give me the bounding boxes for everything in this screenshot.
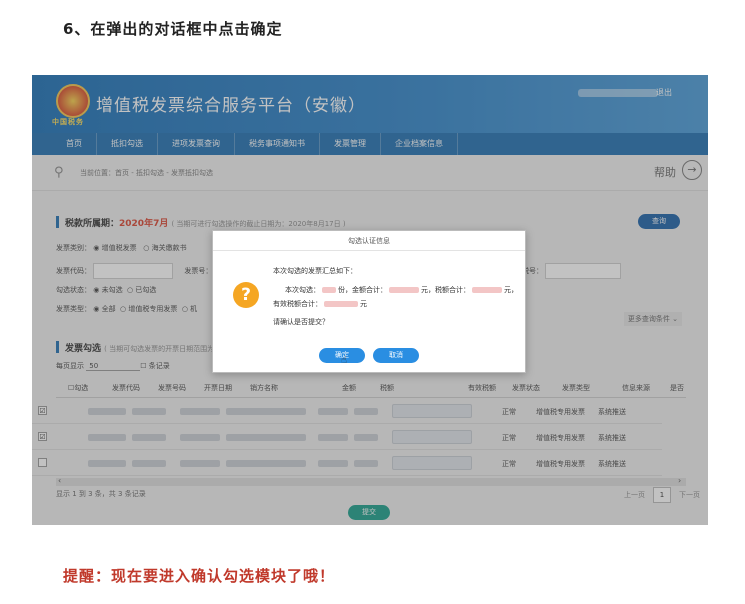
question-icon: ?	[233, 282, 259, 308]
dialog-text: 有效税额合计：	[273, 300, 322, 308]
cursor-icon: ☝	[341, 355, 348, 366]
step-title: 6、在弹出的对话框中点击确定	[63, 20, 283, 38]
dialog-question: 请确认是否提交？	[273, 318, 329, 326]
dialog-line-2: 本次勾选： 份，金额合计： 元，税额合计： 元，	[285, 285, 518, 295]
redacted-value	[472, 287, 502, 293]
screenshot-frame: 中国税务 增值税发票综合服务平台（安徽） 退出 首页 抵扣勾选 进项发票查询 税…	[32, 75, 708, 525]
dialog-line-3: 有效税额合计： 元	[273, 299, 367, 309]
dialog-text: 元，税额合计：	[421, 286, 470, 294]
dialog-text: 本次勾选：	[285, 286, 320, 294]
dialog-text: 元	[360, 300, 367, 308]
reminder-text: 提醒：现在要进入确认勾选模块了哦！	[63, 567, 336, 585]
confirm-dialog: 勾选认证信息 ? 本次勾选的发票汇总如下： 本次勾选： 份，金额合计： 元，税额合计…	[212, 230, 526, 373]
redacted-value	[324, 301, 358, 307]
redacted-value	[389, 287, 419, 293]
redacted-value	[322, 287, 336, 293]
cancel-button[interactable]: 取消	[373, 348, 419, 363]
dialog-text: 元，	[504, 286, 518, 294]
dialog-text: 份，金额合计：	[338, 286, 387, 294]
dialog-title: 勾选认证信息	[213, 231, 525, 251]
dialog-line-1: 本次勾选的发票汇总如下：	[273, 267, 357, 275]
